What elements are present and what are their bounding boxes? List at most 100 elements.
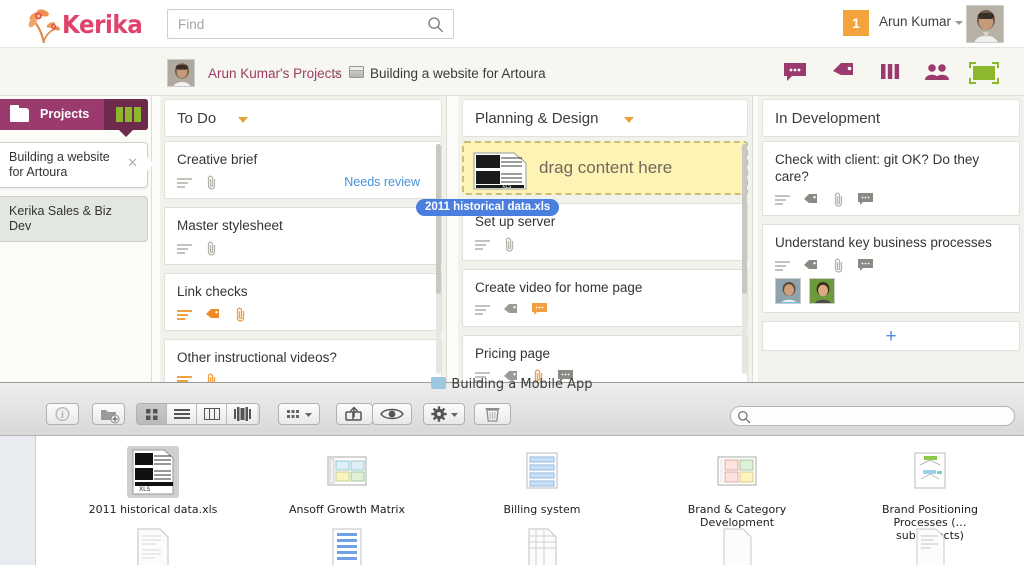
avatar[interactable] <box>966 5 1004 43</box>
grid-view-icon[interactable] <box>137 404 167 424</box>
file-item[interactable]: Ansoff Growth Matrix <box>277 446 417 516</box>
card[interactable]: Other instructional videos? <box>164 339 442 382</box>
finder-search-box[interactable] <box>730 406 1015 426</box>
tag-icon[interactable] <box>803 193 818 211</box>
tree-file-icon <box>904 446 956 498</box>
screen: Kerika 1 Arun Kumar <box>0 0 1024 565</box>
info-button[interactable]: i <box>46 403 79 425</box>
list-view-icon[interactable] <box>167 404 197 424</box>
column-view-icon[interactable] <box>197 404 227 424</box>
attachment-icon[interactable] <box>832 192 845 212</box>
chat-icon[interactable] <box>783 62 807 82</box>
tags-icon[interactable] <box>831 62 855 82</box>
attachment-icon[interactable] <box>205 241 218 261</box>
columns-view-button[interactable] <box>104 99 148 130</box>
finder-window-title: Building a Mobile App <box>0 377 1024 392</box>
flow-document-icon <box>321 526 373 565</box>
description-icon[interactable] <box>475 303 490 321</box>
card[interactable]: Understand key business processes <box>762 224 1020 313</box>
avatar[interactable] <box>809 278 836 304</box>
sidebar-item-label: Kerika Sales & Biz Dev <box>9 204 112 233</box>
tag-icon[interactable] <box>205 308 220 326</box>
description-icon[interactable] <box>177 176 192 194</box>
column-cards: Creative brief Needs review Master style… <box>164 141 442 382</box>
chat-icon[interactable] <box>531 303 547 321</box>
file-item[interactable]: Billing system <box>472 446 612 516</box>
chat-icon[interactable] <box>858 193 874 211</box>
chevron-down-icon[interactable] <box>955 21 963 25</box>
finder-sidebar[interactable] <box>0 436 36 565</box>
new-folder-button[interactable] <box>92 403 125 425</box>
projects-tab-label: Projects <box>40 107 90 121</box>
folder-icon <box>10 105 29 122</box>
description-icon[interactable] <box>177 242 192 260</box>
description-icon[interactable] <box>177 308 192 326</box>
card[interactable]: Pricing page <box>462 335 748 382</box>
document-file-icon <box>516 446 568 498</box>
coverflow-view-icon[interactable] <box>227 404 257 424</box>
file-item[interactable] <box>472 526 612 565</box>
breadcrumb-root-link[interactable]: Arun Kumar's Projects <box>208 66 342 81</box>
search-input[interactable] <box>178 10 418 38</box>
column-scrollbar[interactable] <box>742 144 747 374</box>
tab-notch <box>119 130 133 137</box>
file-item[interactable]: Brand & Category Development <box>667 446 807 529</box>
sidebar-item-project-0[interactable]: Building a website for Artoura ✕ <box>0 142 154 188</box>
share-button[interactable] <box>336 403 373 425</box>
card[interactable]: Create video for home page <box>462 269 748 327</box>
arrange-button[interactable] <box>278 403 320 425</box>
drop-zone[interactable]: XLS drag content here <box>462 141 748 195</box>
card-status: Needs review <box>344 175 420 189</box>
description-icon[interactable] <box>775 193 790 211</box>
tag-icon[interactable] <box>803 259 818 277</box>
notification-badge[interactable]: 1 <box>843 10 869 36</box>
column-cards: XLS drag content here Set up server Crea… <box>462 141 748 382</box>
fullscreen-icon[interactable] <box>969 62 999 84</box>
share-icon <box>345 406 362 421</box>
file-item[interactable]: XLS 2011 historical data.xls <box>83 446 223 516</box>
avatar[interactable] <box>775 278 801 304</box>
card-icons <box>775 258 1007 273</box>
card[interactable]: Link checks <box>164 273 442 331</box>
card[interactable]: Creative brief Needs review <box>164 141 442 199</box>
view-mode-segmented[interactable] <box>136 403 260 425</box>
file-item[interactable] <box>83 526 223 565</box>
card-title: Create video for home page <box>475 280 643 295</box>
tag-icon[interactable] <box>503 303 518 321</box>
card[interactable]: Check with client: git OK? Do they care? <box>762 141 1020 216</box>
attachment-icon[interactable] <box>234 307 247 327</box>
column-scrollbar[interactable] <box>436 144 441 374</box>
chevron-down-icon[interactable] <box>624 117 634 123</box>
card-icons <box>475 303 735 318</box>
card-icons <box>775 192 1007 207</box>
add-card-button[interactable]: + <box>762 321 1020 351</box>
file-name: 2011 historical data.xls <box>88 503 218 516</box>
chat-icon[interactable] <box>858 259 874 277</box>
description-icon[interactable] <box>475 238 490 256</box>
kerika-logo[interactable]: Kerika <box>16 3 146 45</box>
columns-icon[interactable] <box>878 62 902 82</box>
file-item[interactable] <box>667 526 807 565</box>
description-icon[interactable] <box>775 259 790 277</box>
sidebar-item-project-1[interactable]: Kerika Sales & Biz Dev <box>0 196 148 242</box>
chevron-down-icon[interactable] <box>238 117 248 123</box>
file-item[interactable] <box>277 526 417 565</box>
column-cards: Check with client: git OK? Do they care?… <box>762 141 1020 382</box>
card[interactable]: Master stylesheet <box>164 207 442 265</box>
quicklook-button[interactable] <box>372 403 412 425</box>
breadcrumb-avatar[interactable] <box>167 59 195 87</box>
sidebar-item-label: Building a website for Artoura <box>9 150 110 179</box>
breadcrumb-current: Building a website for Artoura <box>370 66 546 81</box>
search-box[interactable] <box>167 9 454 39</box>
delete-button[interactable] <box>474 403 511 425</box>
attachment-icon[interactable] <box>503 237 516 257</box>
user-name[interactable]: Arun Kumar <box>879 14 951 29</box>
file-item[interactable] <box>860 526 1000 565</box>
xls-file-icon: XLS <box>127 446 179 498</box>
card-title: Check with client: git OK? Do they care? <box>775 152 980 184</box>
people-icon[interactable] <box>924 62 950 82</box>
attachment-icon[interactable] <box>205 175 218 195</box>
action-button[interactable] <box>423 403 465 425</box>
close-icon[interactable]: ✕ <box>127 155 138 170</box>
attachment-icon[interactable] <box>832 258 845 278</box>
